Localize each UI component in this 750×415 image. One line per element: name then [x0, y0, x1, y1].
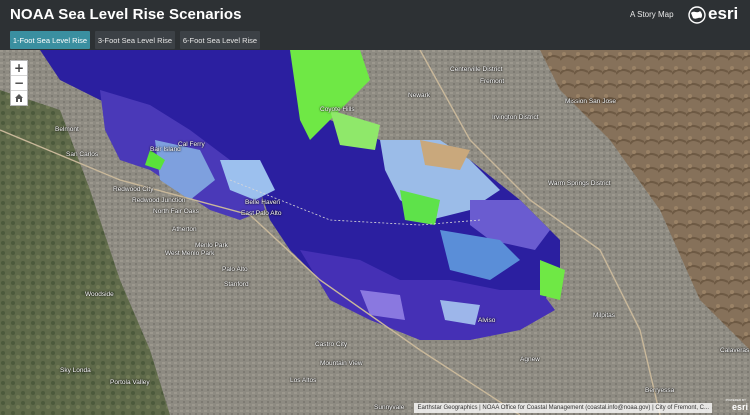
- map-label: Sky Londa: [60, 367, 91, 374]
- map-label: Redwood Junction: [132, 197, 186, 204]
- esri-logo-text: esri: [708, 4, 739, 23]
- map-view[interactable]: Newark Centerville District Fremont Irvi…: [0, 50, 750, 415]
- map-label: Centerville District: [450, 66, 503, 73]
- map-label: Portola Valley: [110, 379, 150, 386]
- map-label: Menlo Park: [195, 242, 228, 249]
- home-icon: [15, 94, 23, 102]
- map-label: Palo Alto: [222, 266, 248, 273]
- map-label: Sunnyvale: [374, 404, 405, 411]
- map-label: Belle Haven: [245, 199, 281, 206]
- map-label: Castro City: [315, 341, 348, 348]
- story-map-link[interactable]: A Story Map: [630, 10, 674, 19]
- map-label: Warm Springs District: [548, 180, 611, 187]
- zoom-in-button[interactable]: +: [11, 61, 27, 76]
- map-label: Agnew: [520, 356, 540, 363]
- map-label: Atherton: [172, 226, 197, 233]
- map-label: Mission San Jose: [565, 98, 616, 105]
- globe-icon: [688, 6, 706, 24]
- map-label: West Menlo Park: [165, 250, 215, 257]
- home-button[interactable]: [11, 91, 27, 105]
- map-label: Redwood City: [113, 186, 154, 193]
- map-label: Coyote Hills: [320, 106, 355, 113]
- app-title: NOAA Sea Level Rise Scenarios: [10, 6, 242, 23]
- map-label: East Palo Alto: [241, 210, 282, 217]
- map-label: Alviso: [478, 317, 496, 324]
- map-label: North Fair Oaks: [153, 208, 199, 215]
- map-label: Berryessa: [645, 387, 675, 394]
- app-header: NOAA Sea Level Rise Scenarios A Story Ma…: [0, 0, 750, 30]
- map-label: Woodside: [85, 291, 114, 298]
- zoom-out-button[interactable]: −: [11, 76, 27, 91]
- map-label: Fremont: [480, 78, 505, 85]
- map-label: Los Altos: [290, 377, 317, 384]
- tab-bar: 1-Foot Sea Level Rise 3-Foot Sea Level R…: [0, 30, 750, 50]
- tab-1-foot[interactable]: 1-Foot Sea Level Rise: [10, 31, 90, 49]
- powered-by-caption: POWERED BY: [725, 398, 746, 402]
- esri-logo[interactable]: esri: [687, 4, 741, 25]
- map-label: Calaveras: [720, 347, 750, 354]
- map-label: Newark: [408, 92, 431, 99]
- map-label: Cal Ferry: [178, 141, 205, 148]
- tab-6-foot[interactable]: 6-Foot Sea Level Rise: [180, 31, 260, 49]
- map-label: Milpitas: [593, 312, 616, 319]
- map-label: Bair Island: [150, 146, 181, 153]
- map-label: Stanford: [224, 281, 249, 288]
- map-attribution[interactable]: Earthstar Geographics | NOAA Office for …: [414, 403, 712, 413]
- map-label: San Carlos: [66, 151, 99, 158]
- map-canvas[interactable]: [0, 50, 750, 415]
- zoom-controls: + −: [10, 60, 28, 106]
- tab-3-foot[interactable]: 3-Foot Sea Level Rise: [95, 31, 175, 49]
- map-label: Irvington District: [492, 114, 539, 121]
- map-label: Mountain View: [320, 360, 363, 367]
- powered-by-esri[interactable]: POWERED BY esri: [716, 398, 748, 414]
- powered-by-text: esri: [731, 402, 748, 412]
- map-label: Belmont: [55, 126, 79, 133]
